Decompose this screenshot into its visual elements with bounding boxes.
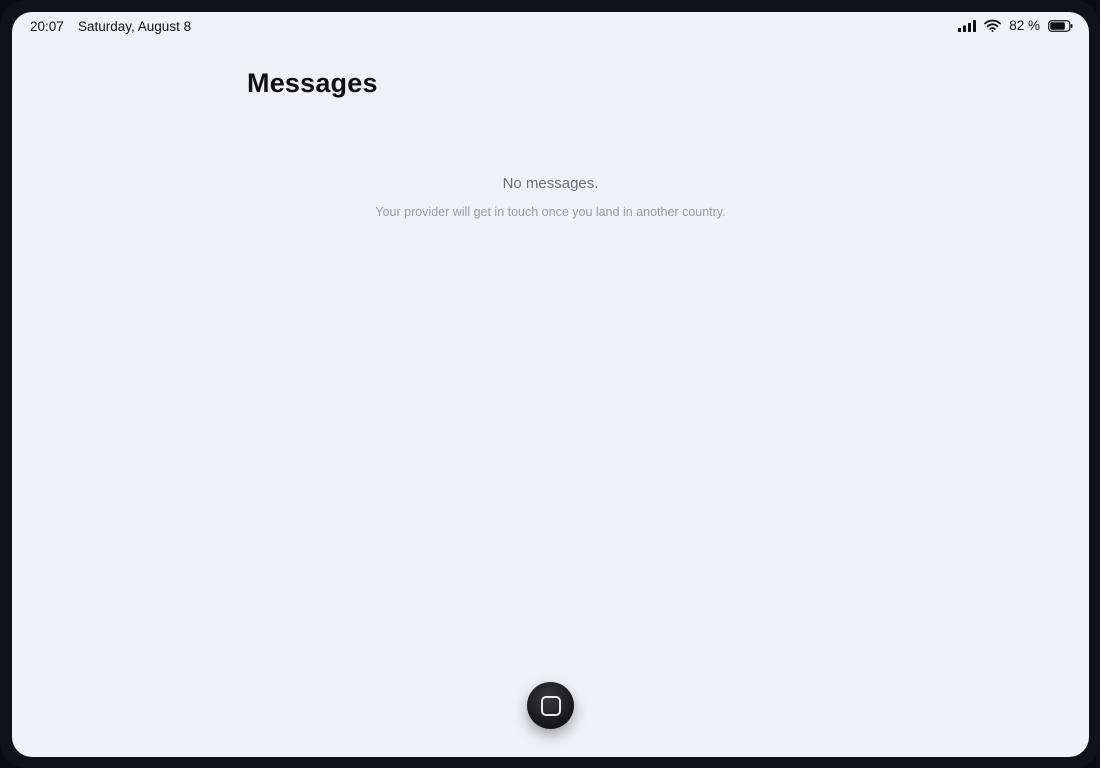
- status-date: Saturday, August 8: [78, 19, 192, 34]
- empty-state: No messages. Your provider will get in t…: [12, 175, 1089, 219]
- status-indicators: 82 %: [958, 18, 1073, 33]
- wifi-icon: [984, 19, 1002, 32]
- page-title: Messages: [247, 68, 378, 98]
- empty-state-subtitle: Your provider will get in touch once you…: [375, 205, 726, 219]
- home-button[interactable]: [527, 682, 574, 729]
- device-frame: 20:07 Saturday, August 8 82 % Messages N…: [0, 0, 1100, 768]
- signal-icon: [958, 19, 977, 32]
- home-square-icon: [540, 695, 561, 716]
- status-time: 20:07: [30, 19, 64, 34]
- empty-state-title: No messages.: [502, 175, 599, 192]
- status-bar: 20:07 Saturday, August 8 82 %: [12, 12, 1089, 42]
- battery-percent: 82 %: [1009, 18, 1040, 33]
- battery-icon: [1048, 19, 1073, 32]
- screen: 20:07 Saturday, August 8 82 % Messages N…: [12, 12, 1089, 757]
